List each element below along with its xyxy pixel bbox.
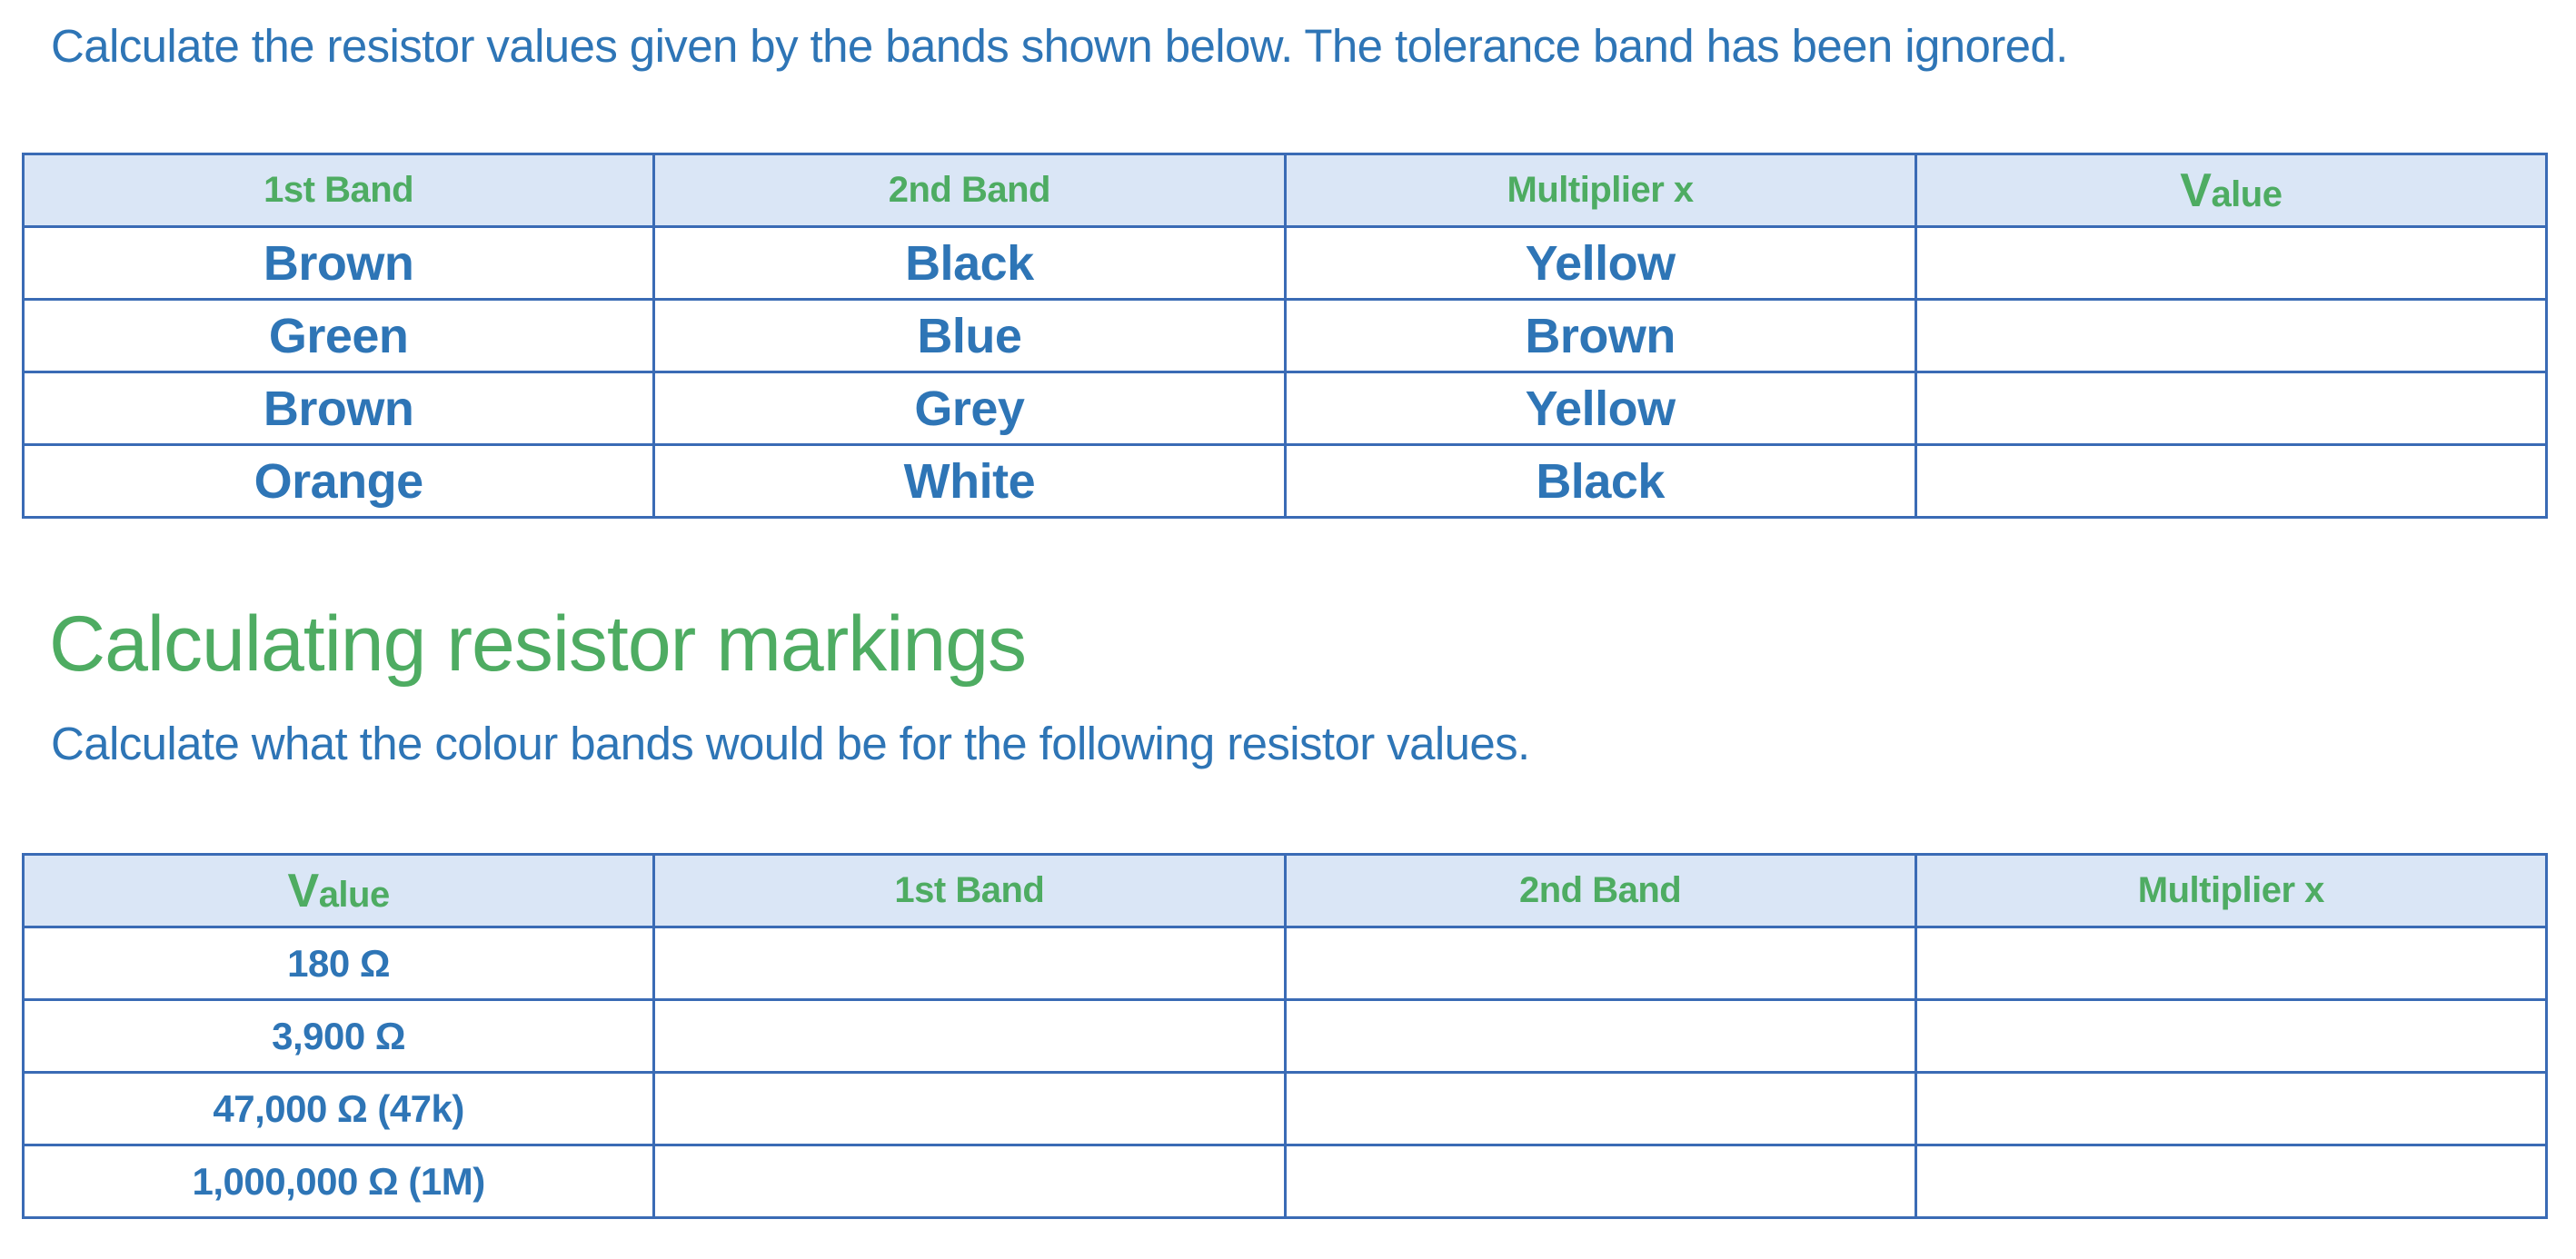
table-header-row: 1st Band 2nd Band Multiplier x Value: [21, 153, 2549, 228]
table-row: 3,900 Ω: [21, 998, 2549, 1074]
table-row: 1,000,000 Ω (1M): [21, 1144, 2549, 1219]
cell-value-answer[interactable]: [1914, 225, 2549, 301]
header-value: Value: [1914, 153, 2549, 228]
cell-first-band: Green: [21, 298, 656, 373]
cell-value-answer[interactable]: [1914, 443, 2549, 519]
cell-multiplier: Black: [1283, 443, 1917, 519]
bands-to-value-table: 1st Band 2nd Band Multiplier x Value Bro…: [21, 153, 2549, 519]
cell-multiplier: Yellow: [1283, 225, 1917, 301]
intro-instruction: Calculate the resistor values given by t…: [51, 20, 2068, 72]
table-row: 47,000 Ω (47k): [21, 1071, 2549, 1146]
header-value: Value: [21, 853, 656, 928]
cell-value: 3,900 Ω: [21, 998, 656, 1074]
cell-second-band-answer[interactable]: [1283, 1071, 1917, 1146]
cell-second-band: White: [652, 443, 1287, 519]
cell-multiplier-answer[interactable]: [1914, 1071, 2549, 1146]
cell-first-band-answer[interactable]: [652, 926, 1287, 1001]
cell-value: 180 Ω: [21, 926, 656, 1001]
table-row: Brown Black Yellow: [21, 225, 2549, 301]
cell-multiplier-answer[interactable]: [1914, 998, 2549, 1074]
cell-second-band-answer[interactable]: [1283, 926, 1917, 1001]
header-value-rest: alue: [318, 874, 391, 915]
cell-first-band: Brown: [21, 371, 656, 446]
cell-value-answer[interactable]: [1914, 371, 2549, 446]
table-row: Brown Grey Yellow: [21, 371, 2549, 446]
cell-multiplier-answer[interactable]: [1914, 1144, 2549, 1219]
cell-second-band: Blue: [652, 298, 1287, 373]
header-second-band: 2nd Band: [1283, 853, 1917, 928]
header-first-band: 1st Band: [21, 153, 656, 228]
header-multiplier: Multiplier x: [1914, 853, 2549, 928]
header-value-rest: alue: [2211, 173, 2283, 214]
cell-second-band: Grey: [652, 371, 1287, 446]
table-row: 180 Ω: [21, 926, 2549, 1001]
cell-first-band: Brown: [21, 225, 656, 301]
cell-multiplier: Yellow: [1283, 371, 1917, 446]
cell-first-band-answer[interactable]: [652, 1144, 1287, 1219]
table-row: Orange White Black: [21, 443, 2549, 519]
cell-second-band: Black: [652, 225, 1287, 301]
cell-value: 47,000 Ω (47k): [21, 1071, 656, 1146]
cell-multiplier: Brown: [1283, 298, 1917, 373]
cell-first-band: Orange: [21, 443, 656, 519]
header-first-band: 1st Band: [652, 853, 1287, 928]
header-multiplier: Multiplier x: [1283, 153, 1917, 228]
header-value-initial: V: [287, 864, 320, 917]
cell-second-band-answer[interactable]: [1283, 1144, 1917, 1219]
section-instruction: Calculate what the colour bands would be…: [51, 718, 1530, 769]
cell-value-answer[interactable]: [1914, 298, 2549, 373]
table-row: Green Blue Brown: [21, 298, 2549, 373]
cell-second-band-answer[interactable]: [1283, 998, 1917, 1074]
section-heading: Calculating resistor markings: [49, 600, 1027, 688]
cell-first-band-answer[interactable]: [652, 998, 1287, 1074]
cell-multiplier-answer[interactable]: [1914, 926, 2549, 1001]
header-second-band: 2nd Band: [652, 153, 1287, 228]
table-header-row: Value 1st Band 2nd Band Multiplier x: [21, 853, 2549, 928]
value-to-bands-table: Value 1st Band 2nd Band Multiplier x 180…: [21, 853, 2549, 1219]
cell-first-band-answer[interactable]: [652, 1071, 1287, 1146]
cell-value: 1,000,000 Ω (1M): [21, 1144, 656, 1219]
header-value-initial: V: [2180, 164, 2212, 217]
